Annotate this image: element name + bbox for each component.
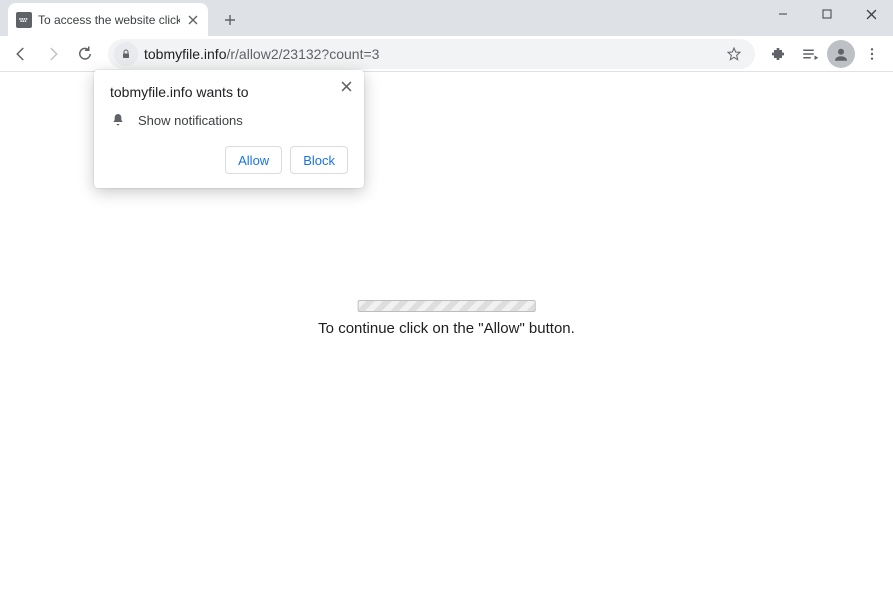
lock-icon[interactable]: [114, 42, 138, 66]
favicon-icon: [16, 12, 32, 28]
url-text: tobmyfile.info/r/allow2/23132?count=3: [144, 46, 717, 62]
prompt-permission-label: Show notifications: [138, 113, 243, 128]
prompt-close-icon[interactable]: [336, 76, 356, 96]
new-tab-button[interactable]: [216, 6, 244, 34]
reload-button[interactable]: [70, 39, 100, 69]
kebab-menu-icon[interactable]: [857, 39, 887, 69]
browser-toolbar: tobmyfile.info/r/allow2/23132?count=3: [0, 36, 893, 72]
extensions-icon[interactable]: [763, 39, 793, 69]
allow-button[interactable]: Allow: [225, 146, 282, 174]
address-bar[interactable]: tobmyfile.info/r/allow2/23132?count=3: [108, 39, 755, 69]
bookmark-star-icon[interactable]: [723, 43, 745, 65]
page-message: To continue click on the "Allow" button.: [318, 320, 575, 337]
url-path: /r/allow2/23132?count=3: [226, 46, 379, 62]
block-button-label: Block: [303, 153, 335, 168]
progress-bar: [357, 300, 535, 312]
block-button[interactable]: Block: [290, 146, 348, 174]
allow-button-label: Allow: [238, 153, 269, 168]
tab-close-icon[interactable]: [186, 13, 200, 27]
minimize-button[interactable]: [761, 0, 805, 28]
tab-title: To access the website click the "A: [38, 13, 180, 27]
titlebar: To access the website click the "A: [0, 0, 893, 36]
maximize-button[interactable]: [805, 0, 849, 28]
media-control-icon[interactable]: [795, 39, 825, 69]
forward-button[interactable]: [38, 39, 68, 69]
permission-prompt: tobmyfile.info wants to Show notificatio…: [94, 70, 364, 188]
browser-tab[interactable]: To access the website click the "A: [8, 3, 208, 36]
bell-icon: [110, 112, 126, 128]
url-host: tobmyfile.info: [144, 46, 226, 62]
prompt-origin-text: tobmyfile.info wants to: [110, 84, 348, 100]
back-button[interactable]: [6, 39, 36, 69]
window-close-button[interactable]: [849, 0, 893, 28]
profile-avatar[interactable]: [827, 40, 855, 68]
window-controls: [761, 0, 893, 28]
